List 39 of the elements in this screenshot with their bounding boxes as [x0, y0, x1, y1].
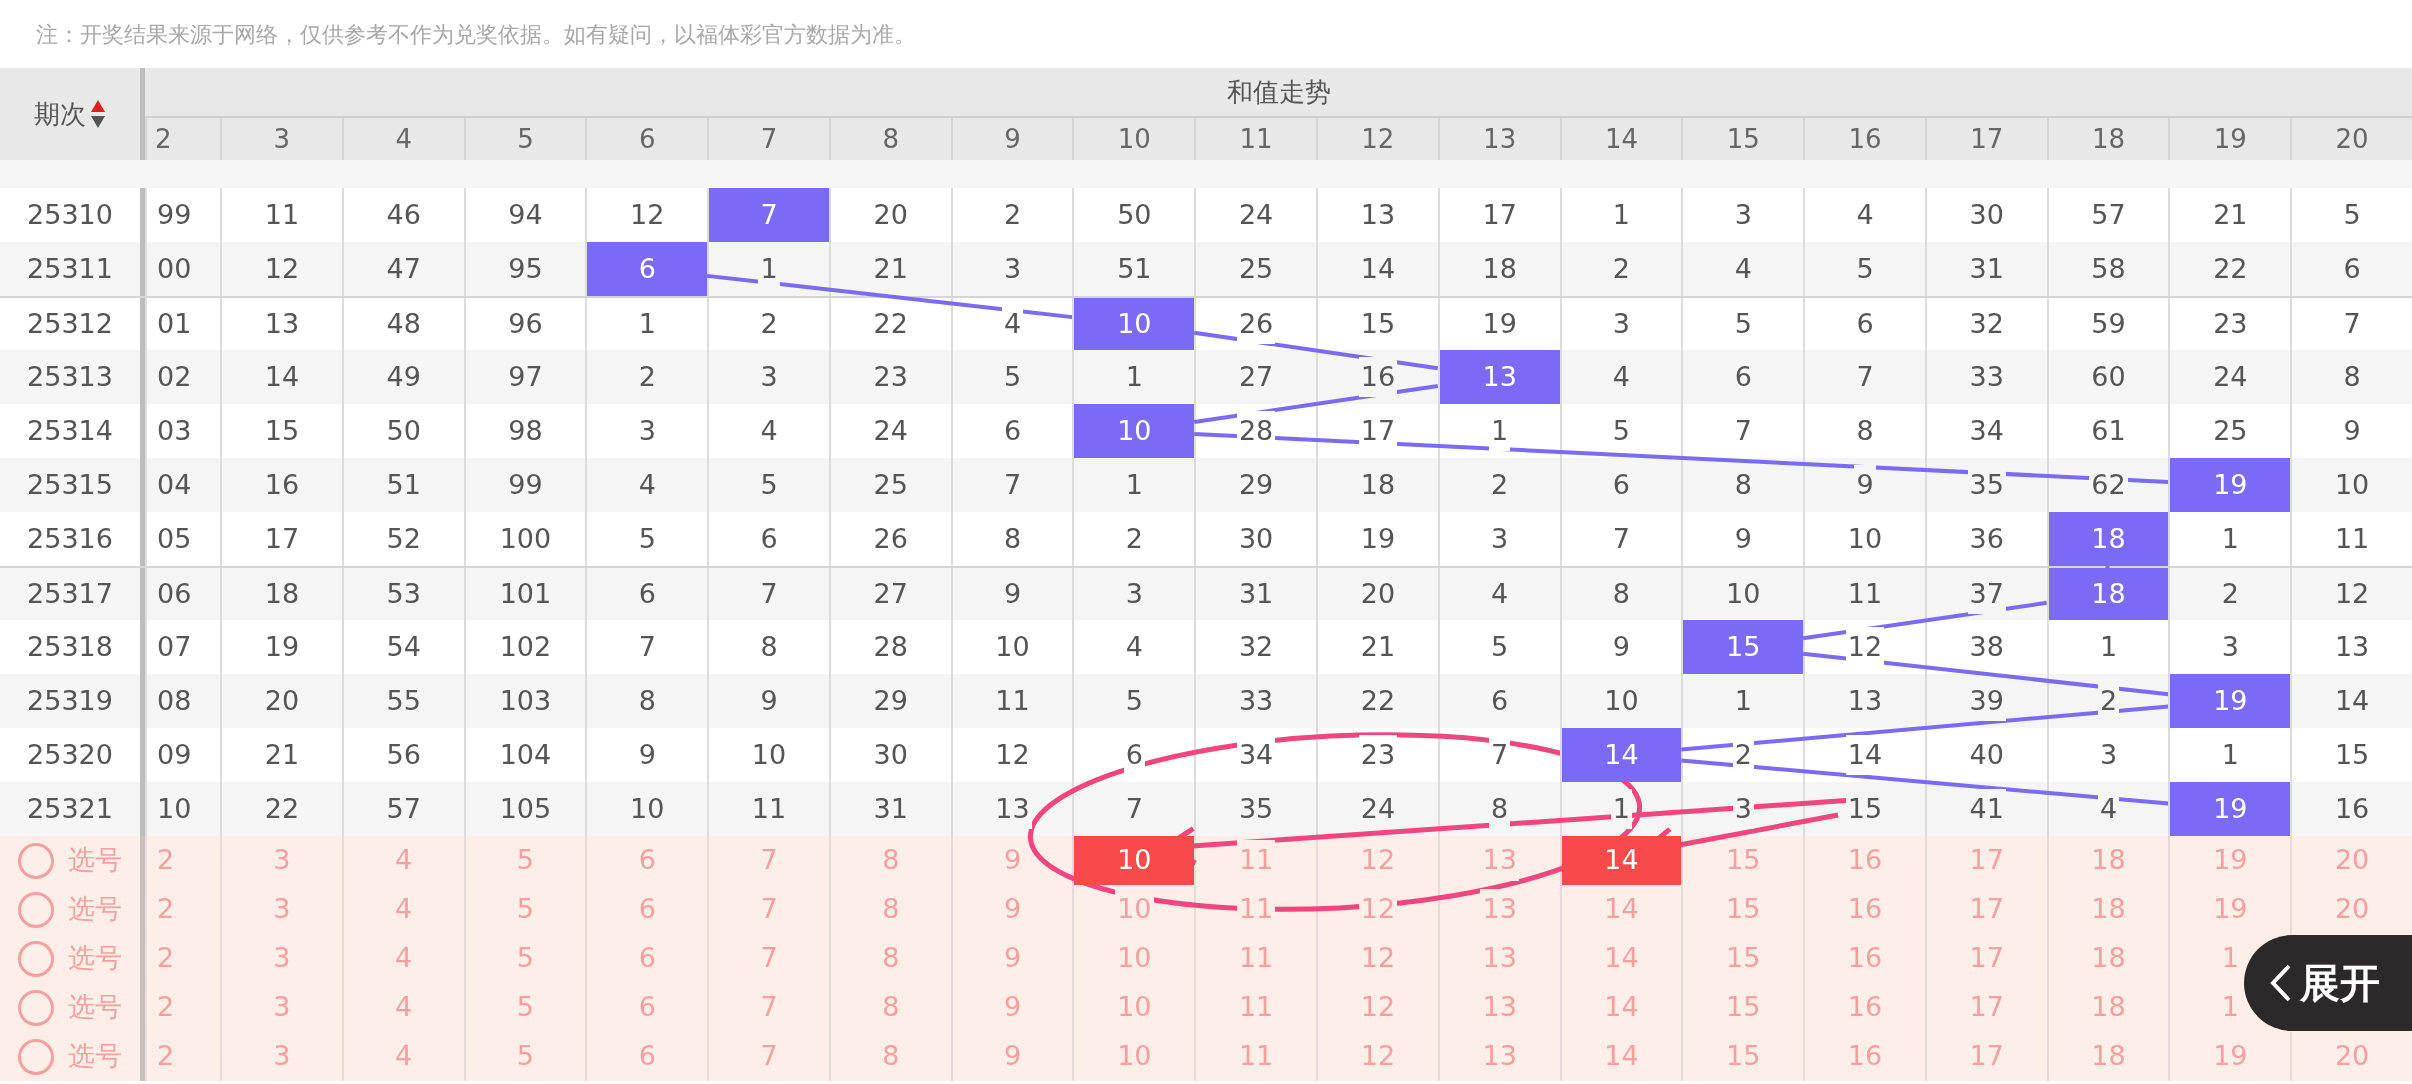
select-checkbox[interactable] — [18, 989, 54, 1026]
select-checkbox[interactable] — [18, 940, 54, 977]
select-checkbox[interactable] — [18, 891, 54, 928]
period-cell: 25317 — [0, 568, 145, 620]
table-cell: 12 — [1845, 626, 1885, 668]
select-label[interactable]: 选号 — [68, 1036, 122, 1077]
hit-cell: 10 — [1072, 298, 1195, 350]
hit-cell: 19 — [2168, 458, 2291, 512]
hit-cell: 7 — [707, 188, 829, 242]
select-checkbox[interactable] — [18, 842, 54, 879]
hit-cell: 10 — [1072, 404, 1195, 458]
column-header[interactable]: 期次 — [34, 94, 86, 134]
hit-cell: 18 — [2046, 512, 2169, 566]
chevron-left-icon — [2270, 963, 2292, 1003]
period-cell: 25319 — [0, 674, 145, 728]
hit-cell: 19 — [2168, 782, 2291, 836]
group-header: 和值走势 — [1226, 75, 1331, 109]
select-label[interactable]: 选号 — [68, 987, 122, 1028]
hit-cell: 14 — [1559, 728, 1682, 782]
select-label[interactable]: 选号 — [68, 889, 122, 930]
trend-line — [2105, 566, 2110, 568]
period-cell: 25313 — [0, 350, 145, 404]
period-cell: 25315 — [0, 458, 145, 512]
number-cell[interactable]: 10 — [1074, 836, 1195, 885]
select-label[interactable]: 选号 — [68, 938, 122, 979]
notice-text: 注：开奖结果来源于网络，仅供参考不作为兑奖依据。如有疑问，以福体彩官方数据为准。 — [36, 20, 916, 49]
period-cell: 25311 — [0, 242, 145, 296]
hit-cell: 6 — [585, 242, 708, 296]
hit-cell: 18 — [2046, 568, 2169, 620]
table-cell: 16 — [1358, 356, 1398, 398]
select-checkbox[interactable] — [18, 1038, 54, 1075]
table-cell: 1 — [1610, 788, 1633, 830]
hit-cell: 13 — [1437, 350, 1560, 404]
hit-cell: 19 — [2168, 674, 2291, 728]
number-cell[interactable]: 14 — [1561, 836, 1682, 885]
select-label[interactable]: 选号 — [68, 840, 122, 881]
sort-icon[interactable] — [90, 99, 106, 129]
hit-cell: 15 — [1681, 620, 1804, 674]
expand-button[interactable]: 展开 — [2244, 935, 2412, 1031]
